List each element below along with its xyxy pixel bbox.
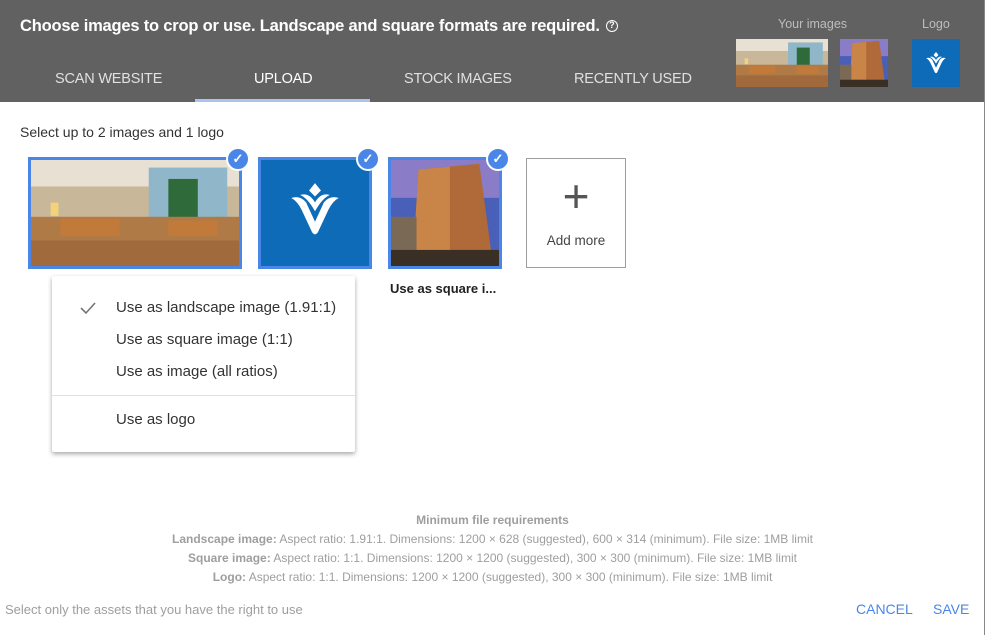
tab-recently-used[interactable]: RECENTLY USED [574,71,692,87]
requirement-name: Landscape image: [172,532,277,546]
hotel-lobby-image [31,160,239,266]
requirement-text: Aspect ratio: 1:1. Dimensions: 1200 × 12… [273,551,797,565]
requirements-title: Minimum file requirements [416,513,569,527]
image-card-building[interactable] [388,157,502,269]
requirement-name: Logo: [212,570,247,584]
menu-item-square[interactable]: Use as square image (1:1) [116,331,293,348]
cancel-button[interactable]: CANCEL [856,601,913,617]
checkmark-icon [80,302,96,315]
tab-upload[interactable]: UPLOAD [254,71,313,87]
brand-logo-image [291,183,339,235]
dialog-title-text: Choose images to crop or use. Landscape … [20,17,600,35]
menu-divider [52,395,355,396]
image-usage-caption[interactable]: Use as square i... [390,281,496,296]
menu-item-logo[interactable]: Use as logo [116,411,195,428]
dialog-header: Choose images to crop or use. Landscape … [0,0,984,102]
add-more-button[interactable]: + Add more [526,158,626,268]
question-circle-icon[interactable]: ? [605,20,618,32]
image-card-lobby[interactable] [28,157,242,269]
hotel-building-image [391,160,499,266]
rights-notice: Select only the assets that you have the… [5,602,303,617]
add-more-label: Add more [546,233,606,248]
active-tab-indicator [195,99,370,102]
tab-stock-images[interactable]: STOCK IMAGES [404,71,512,87]
requirement-row-logo: Logo: Aspect ratio: 1:1. Dimensions: 120… [0,568,985,587]
selection-instruction: Select up to 2 images and 1 logo [20,124,224,140]
selected-check-icon[interactable]: ✓ [356,147,380,171]
image-card-logo[interactable] [258,157,372,269]
plus-icon: + [562,170,590,222]
menu-item-all-ratios[interactable]: Use as image (all ratios) [116,363,278,380]
requirement-row-square: Square image: Aspect ratio: 1:1. Dimensi… [0,549,985,568]
your-image-thumbnail-landscape[interactable] [736,39,828,87]
file-requirements: Minimum file requirements Landscape imag… [0,511,985,587]
requirement-text: Aspect ratio: 1:1. Dimensions: 1200 × 12… [248,570,773,584]
logo-label: Logo [922,17,950,31]
your-images-label: Your images [778,17,848,31]
requirement-text: Aspect ratio: 1.91:1. Dimensions: 1200 ×… [279,532,813,546]
image-usage-menu: Use as landscape image (1.91:1) Use as s… [52,276,355,452]
selected-check-icon[interactable]: ✓ [226,147,250,171]
logo-thumbnail[interactable] [912,39,960,87]
selected-check-icon[interactable]: ✓ [486,147,510,171]
tab-scan-website[interactable]: SCAN WEBSITE [55,71,162,87]
menu-item-landscape[interactable]: Use as landscape image (1.91:1) [116,299,336,316]
save-button[interactable]: SAVE [933,601,969,617]
your-image-thumbnail-square[interactable] [840,39,888,87]
image-picker-dialog: Choose images to crop or use. Landscape … [0,0,985,635]
dialog-title: Choose images to crop or use. Landscape … [20,17,618,36]
requirement-row-landscape: Landscape image: Aspect ratio: 1.91:1. D… [0,530,985,549]
requirement-name: Square image: [188,551,271,565]
